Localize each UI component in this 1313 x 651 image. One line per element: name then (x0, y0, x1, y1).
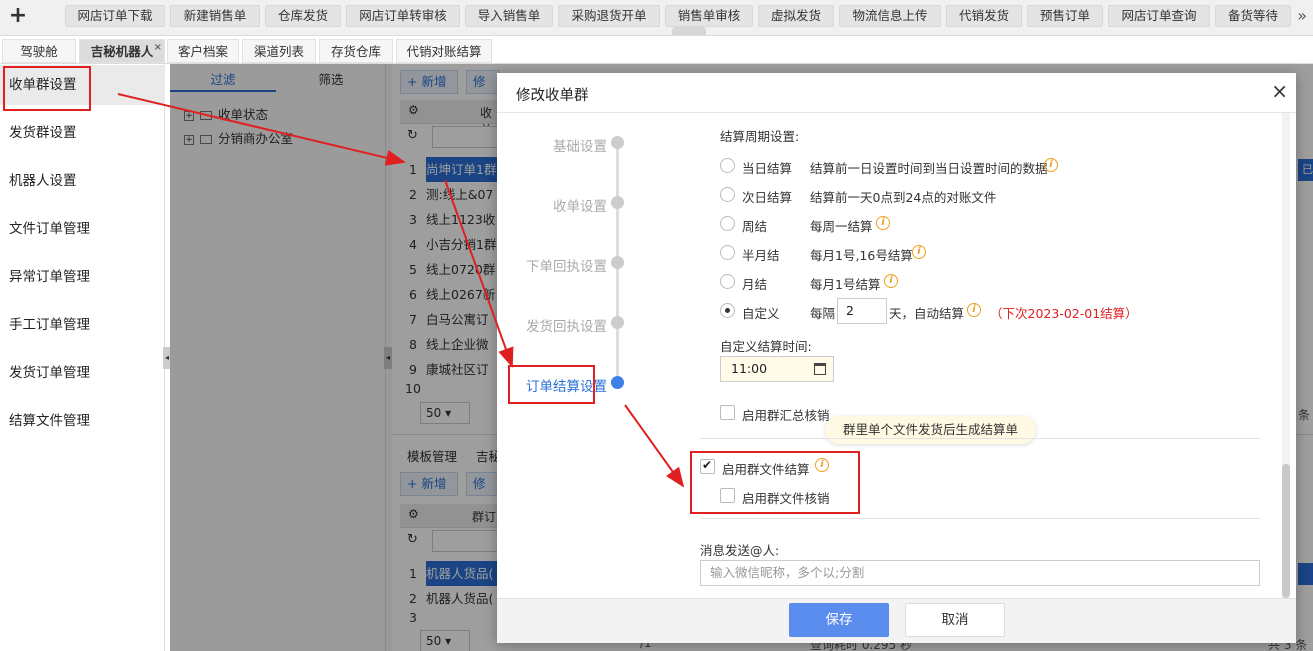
radio-desc: 每月1号结算 (810, 277, 881, 292)
sidebar-item-file-orders[interactable]: 文件订单管理 (0, 209, 165, 249)
calendar-icon[interactable] (814, 363, 826, 375)
radio-desc: 每月1号,16号结算 (810, 248, 913, 263)
step-dot (611, 256, 624, 269)
annotation-box-file-settle (690, 451, 860, 514)
cycle-label: 结算周期设置: (720, 129, 800, 144)
tooltip: 群里单个文件发货后生成结算单 (825, 416, 1037, 444)
interval-days-input[interactable]: 2 (837, 298, 887, 324)
toolbar-button-consign-ship[interactable]: 代销发货 (946, 5, 1022, 27)
annotation-box-sidebar (3, 66, 91, 111)
section-divider (700, 518, 1260, 519)
radio-desc: 结算前一天0点到24点的对账文件 (810, 190, 997, 205)
save-button[interactable]: 保存 (789, 603, 889, 637)
sidebar-item-abnormal-orders[interactable]: 异常订单管理 (0, 257, 165, 297)
radio-label: 次日结算 (742, 190, 793, 205)
radio-monthly[interactable] (720, 274, 735, 289)
modal-header: 修改收单群 × (497, 73, 1296, 113)
sidebar: 收单群设置 发货群设置 机器人设置 文件订单管理 异常订单管理 手工订单管理 发… (0, 64, 165, 651)
notify-input[interactable]: 输入微信昵称，多个以;分割 (700, 560, 1260, 586)
radio-same-day[interactable] (720, 158, 735, 173)
radio-custom[interactable] (720, 303, 735, 318)
step-dot (611, 316, 624, 329)
toolbar-button-order-query[interactable]: 网店订单查询 (1108, 5, 1210, 27)
radio-desc-suffix: 天，自动结算 (889, 306, 965, 321)
step-dot (611, 136, 624, 149)
close-icon[interactable]: × (154, 36, 162, 60)
step-nav: 基础设置 收单设置 下单回执设置 发货回执设置 订单结算设置 (497, 113, 692, 598)
tab-robot[interactable]: 吉秘机器人 × (79, 39, 165, 63)
enable-summary-check-checkbox[interactable] (720, 405, 735, 420)
radio-desc: 每周一结算 (810, 219, 873, 234)
radio-next-day[interactable] (720, 187, 735, 202)
sidebar-item-settle-files[interactable]: 结算文件管理 (0, 401, 165, 441)
step-dot (611, 196, 624, 209)
sidebar-item-ship-orders[interactable]: 发货订单管理 (0, 353, 165, 393)
annotation-box-step (508, 365, 595, 404)
radio-label: 周结 (742, 219, 768, 234)
modal-body: 结算周期设置: 当日结算 结算前一日设置时间到当日设置时间的数据 i 次日结算 … (692, 113, 1280, 598)
modal-title: 修改收单群 (516, 88, 589, 104)
next-settle-text: （下次2023-02-01结算） (990, 306, 1138, 321)
tab-consign-settle[interactable]: 代销对账结算 (396, 39, 492, 63)
step-basic-settings[interactable]: 基础设置 (497, 135, 607, 155)
info-icon[interactable]: i (912, 245, 926, 259)
radio-weekly[interactable] (720, 216, 735, 231)
toolbar-button-sales-review[interactable]: 销售单审核 (665, 5, 753, 27)
add-button[interactable]: + (0, 0, 36, 34)
tab-dashboard[interactable]: 驾驶舱 (2, 39, 76, 63)
top-toolbar: + 网店订单下载 新建销售单 仓库发货 网店订单转审核 导入销售单 采购退货开单… (0, 0, 1313, 36)
tab-channels[interactable]: 渠道列表 (242, 39, 316, 63)
toolbar-button-import-sales[interactable]: 导入销售单 (465, 5, 553, 27)
section-divider (700, 438, 1260, 439)
custom-time-label: 自定义结算时间: (720, 339, 812, 354)
info-icon[interactable]: i (876, 216, 890, 230)
sidebar-item-robot[interactable]: 机器人设置 (0, 161, 165, 201)
toolbar-button-order-to-review[interactable]: 网店订单转审核 (346, 5, 460, 27)
radio-label: 当日结算 (742, 161, 793, 176)
toolbar-button-new-sales-order[interactable]: 新建销售单 (170, 5, 260, 27)
tab-robot-label: 吉秘机器人 (90, 44, 154, 59)
radio-half-month[interactable] (720, 245, 735, 260)
toolbar-pull-handle[interactable] (672, 27, 706, 35)
radio-label: 月结 (742, 277, 768, 292)
enable-summary-check-label: 启用群汇总核销 (742, 408, 830, 423)
sidebar-item-manual-orders[interactable]: 手工订单管理 (0, 305, 165, 345)
more-arrow-icon[interactable]: » (1297, 6, 1307, 25)
radio-desc: 结算前一日设置时间到当日设置时间的数据 (810, 161, 1048, 176)
radio-label: 半月结 (742, 248, 780, 263)
close-icon[interactable]: × (1271, 79, 1288, 103)
tab-customers[interactable]: 客户档案 (167, 39, 239, 63)
toolbar-button-virtual-ship[interactable]: 虚拟发货 (758, 5, 834, 27)
toolbar-button-presale-order[interactable]: 预售订单 (1027, 5, 1103, 27)
edit-group-modal: 修改收单群 × 基础设置 收单设置 下单回执设置 发货回执设置 订单结算设置 结… (497, 73, 1296, 643)
notify-label: 消息发送@人: (700, 543, 780, 558)
step-receive-settings[interactable]: 收单设置 (497, 195, 607, 215)
step-order-receipt-settings[interactable]: 下单回执设置 (497, 255, 607, 275)
modal-footer: 保存 取消 (497, 598, 1296, 643)
toolbar-button-stock-wait[interactable]: 备货等待 (1215, 5, 1291, 27)
radio-desc-prefix: 每隔 (810, 306, 836, 321)
scrollbar-thumb[interactable] (1282, 464, 1290, 598)
page-tabs: 驾驶舱 吉秘机器人 × 客户档案 渠道列表 存货仓库 代销对账结算 (0, 36, 1313, 64)
toolbar-button-online-order-download[interactable]: 网店订单下载 (65, 5, 165, 27)
step-ship-receipt-settings[interactable]: 发货回执设置 (497, 315, 607, 335)
tab-stock-warehouse[interactable]: 存货仓库 (319, 39, 393, 63)
info-icon[interactable]: i (967, 303, 981, 317)
sidebar-item-ship-group[interactable]: 发货群设置 (0, 113, 165, 153)
toolbar-button-warehouse-ship[interactable]: 仓库发货 (265, 5, 341, 27)
toolbar-button-logistics-upload[interactable]: 物流信息上传 (839, 5, 941, 27)
info-icon[interactable]: i (884, 274, 898, 288)
info-icon[interactable]: i (1044, 158, 1058, 172)
cancel-button[interactable]: 取消 (905, 603, 1005, 637)
step-dot-active (611, 376, 624, 389)
toolbar-button-purchase-return[interactable]: 采购退货开单 (558, 5, 660, 27)
radio-label: 自定义 (742, 306, 780, 321)
